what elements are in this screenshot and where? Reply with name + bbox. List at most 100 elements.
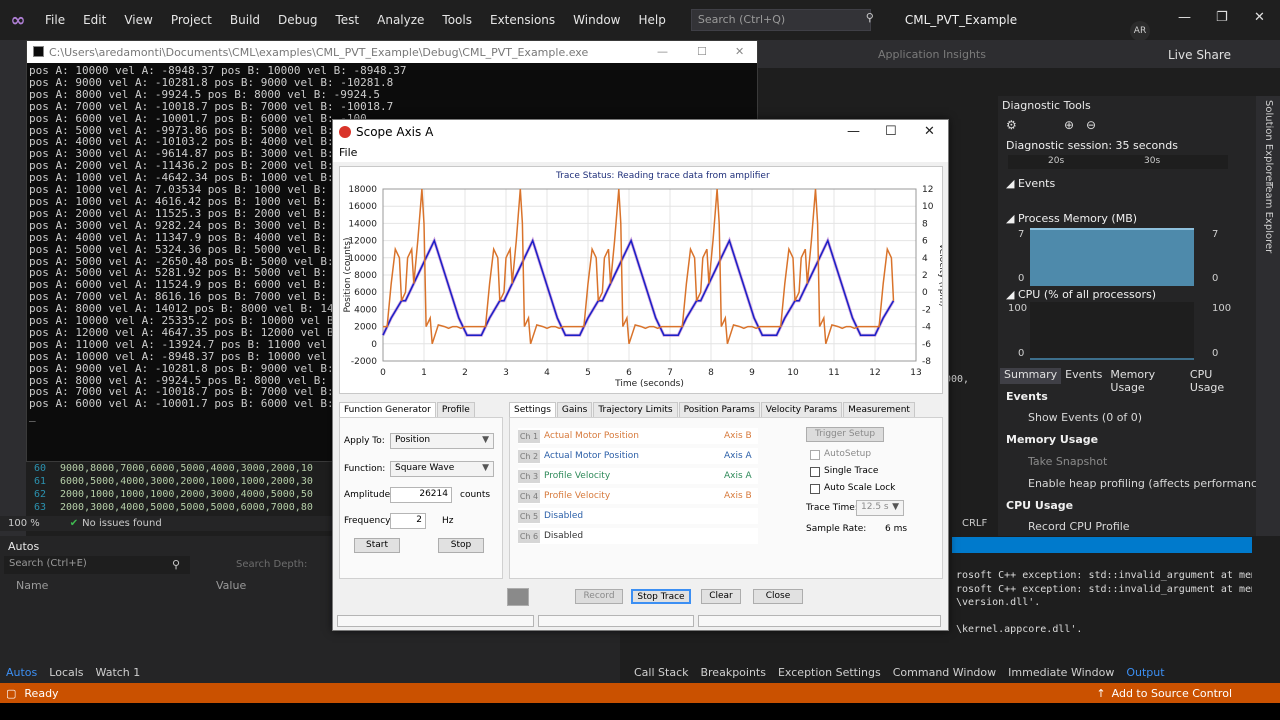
start-button[interactable]: Start xyxy=(354,538,400,553)
output-titlebar[interactable] xyxy=(952,537,1252,553)
trace-time-select[interactable]: 12.5 s ▼ xyxy=(856,500,904,516)
solution-explorer-tab[interactable]: Solution Explorer xyxy=(1263,100,1274,186)
record-cpu-button[interactable]: Record CPU Profile xyxy=(1028,520,1130,533)
menu-extensions[interactable]: Extensions xyxy=(481,0,564,40)
scope-plot[interactable]: Trace Status: Reading trace data from am… xyxy=(339,166,947,394)
menu-build[interactable]: Build xyxy=(221,0,269,40)
autosetup-checkbox[interactable] xyxy=(810,450,820,460)
stop-trace-button[interactable]: Stop Trace xyxy=(631,589,691,604)
x-tick-label: 3 xyxy=(503,368,509,378)
save-icon[interactable] xyxy=(507,588,529,606)
console-titlebar[interactable]: C:\Users\aredamonti\Documents\CML\exampl… xyxy=(27,41,757,63)
search-icon[interactable]: ⚲ xyxy=(172,558,180,571)
issues-status[interactable]: No issues found xyxy=(82,518,162,529)
scope-maximize-icon[interactable]: ☐ xyxy=(885,124,897,139)
zoom-in-icon[interactable]: ⊕ xyxy=(1064,118,1074,132)
avatar[interactable]: AR xyxy=(1130,21,1150,41)
tab-output[interactable]: Output xyxy=(1120,666,1170,679)
tab-memory-usage[interactable]: Memory Usage xyxy=(1106,368,1185,394)
heap-profiling-checkbox[interactable]: Enable heap profiling (affects performan… xyxy=(1028,477,1268,490)
line-ending[interactable]: CRLF xyxy=(962,518,987,529)
vs-search-input[interactable]: Search (Ctrl+Q) ⚲ xyxy=(690,9,874,31)
apply-to-select[interactable]: Position ▼ xyxy=(390,433,494,449)
menu-debug[interactable]: Debug xyxy=(269,0,326,40)
auto-scale-checkbox[interactable] xyxy=(810,484,820,494)
menu-window[interactable]: Window xyxy=(564,0,629,40)
function-select[interactable]: Square Wave ▼ xyxy=(390,461,494,477)
menu-tools[interactable]: Tools xyxy=(433,0,481,40)
add-source-control-button[interactable]: Add to Source Control xyxy=(1112,687,1232,700)
live-share-button[interactable]: Live Share xyxy=(1168,48,1231,62)
tab-profile[interactable]: Profile xyxy=(436,402,475,418)
trigger-setup-button[interactable]: Trigger Setup xyxy=(806,427,884,442)
tab-summary[interactable]: Summary xyxy=(1000,368,1062,384)
tab-function-generator[interactable]: Function Generator xyxy=(339,402,436,418)
team-explorer-tab[interactable]: Team Explorer xyxy=(1263,182,1274,253)
memory-header[interactable]: ◢ Process Memory (MB) xyxy=(1006,212,1137,225)
menu-view[interactable]: View xyxy=(115,0,161,40)
record-button[interactable]: Record xyxy=(575,589,623,604)
tab-settings[interactable]: Settings xyxy=(509,402,556,418)
minimize-icon[interactable]: — xyxy=(1178,10,1191,25)
code-editor[interactable]: 60 9000,8000,7000,6000,5000,4000,3000,200… xyxy=(30,462,340,516)
close-button[interactable]: Close xyxy=(753,589,803,604)
channel-row[interactable]: Ch 4 Profile Velocity Axis B xyxy=(518,488,758,504)
close-icon[interactable]: ✕ xyxy=(1254,10,1265,25)
scope-chart[interactable]: 0 1 2 3 4 5 6 7 8 9 10 11 12 13-200002000400060008000… xyxy=(340,167,947,393)
channel-row[interactable]: Ch 1 Actual Motor Position Axis B xyxy=(518,428,758,444)
output-text[interactable]: rosoft C++ exception: std::invalid_argum… xyxy=(952,553,1252,661)
tab-exception-settings[interactable]: Exception Settings xyxy=(772,666,887,679)
tab-measurement[interactable]: Measurement xyxy=(843,402,915,418)
tab-command-window[interactable]: Command Window xyxy=(887,666,1002,679)
gear-icon[interactable]: ⚙ xyxy=(1006,118,1017,132)
amplitude-input[interactable]: 26214 xyxy=(390,487,452,503)
y-tick-label: 0 xyxy=(371,340,377,350)
tab-breakpoints[interactable]: Breakpoints xyxy=(694,666,772,679)
menu-test[interactable]: Test xyxy=(326,0,368,40)
scope-minimize-icon[interactable]: — xyxy=(847,124,860,139)
tab-velocity-params[interactable]: Velocity Params xyxy=(760,402,843,418)
channel-row[interactable]: Ch 3 Profile Velocity Axis A xyxy=(518,468,758,484)
channel-row[interactable]: Ch 5 Disabled xyxy=(518,508,758,524)
tab-position-params[interactable]: Position Params xyxy=(678,402,760,418)
menu-help[interactable]: Help xyxy=(629,0,674,40)
channel-row[interactable]: Ch 6 Disabled xyxy=(518,528,758,544)
show-events-link[interactable]: Show Events (0 of 0) xyxy=(1028,411,1142,424)
scope-menu-file[interactable]: File xyxy=(339,146,357,159)
tab-watch-1[interactable]: Watch 1 xyxy=(90,666,147,679)
tab-locals[interactable]: Locals xyxy=(43,666,89,679)
events-header[interactable]: ◢ Events xyxy=(1006,177,1055,190)
clear-button[interactable]: Clear xyxy=(701,589,741,604)
scope-close-icon[interactable]: ✕ xyxy=(924,124,935,139)
console-minimize-icon[interactable]: — xyxy=(657,45,668,58)
diag-timeline[interactable]: 20s 30s xyxy=(1008,155,1228,169)
console-maximize-icon[interactable]: ☐ xyxy=(697,45,707,58)
channel-row[interactable]: Ch 2 Actual Motor Position Axis A xyxy=(518,448,758,464)
single-trace-checkbox[interactable] xyxy=(810,467,820,477)
take-snapshot-button[interactable]: Take Snapshot xyxy=(1028,455,1107,468)
console-close-icon[interactable]: ✕ xyxy=(735,45,744,58)
visual-studio-logo-icon[interactable]: ∞ xyxy=(0,0,36,40)
tab-autos[interactable]: Autos xyxy=(0,666,43,679)
zoom-level[interactable]: 100 % xyxy=(8,518,40,529)
tab-immediate-window[interactable]: Immediate Window xyxy=(1002,666,1120,679)
menu-analyze[interactable]: Analyze xyxy=(368,0,433,40)
mem-max-left: 7 xyxy=(1018,229,1025,240)
cpu-header[interactable]: ◢ CPU (% of all processors) xyxy=(1006,288,1156,301)
menu-edit[interactable]: Edit xyxy=(74,0,115,40)
zoom-out-icon[interactable]: ⊖ xyxy=(1086,118,1096,132)
autos-search-input[interactable]: Search (Ctrl+E) xyxy=(4,556,190,574)
tab-trajectory-limits[interactable]: Trajectory Limits xyxy=(593,402,678,418)
scope-window[interactable]: Scope Axis A — ☐ ✕ File Trace Status: Re… xyxy=(332,119,949,631)
tab-gains[interactable]: Gains xyxy=(556,402,593,418)
scope-titlebar[interactable]: Scope Axis A — ☐ ✕ xyxy=(333,120,948,144)
application-insights-button[interactable]: Application Insights xyxy=(878,48,986,61)
menu-project[interactable]: Project xyxy=(162,0,221,40)
tab-cpu-usage[interactable]: CPU Usage xyxy=(1186,368,1246,394)
frequency-input[interactable]: 2 xyxy=(390,513,426,529)
tab-events[interactable]: Events xyxy=(1061,368,1106,384)
stop-button[interactable]: Stop xyxy=(438,538,484,553)
restore-icon[interactable]: ❐ xyxy=(1216,10,1228,25)
menu-file[interactable]: File xyxy=(36,0,74,40)
tab-call-stack[interactable]: Call Stack xyxy=(628,666,694,679)
